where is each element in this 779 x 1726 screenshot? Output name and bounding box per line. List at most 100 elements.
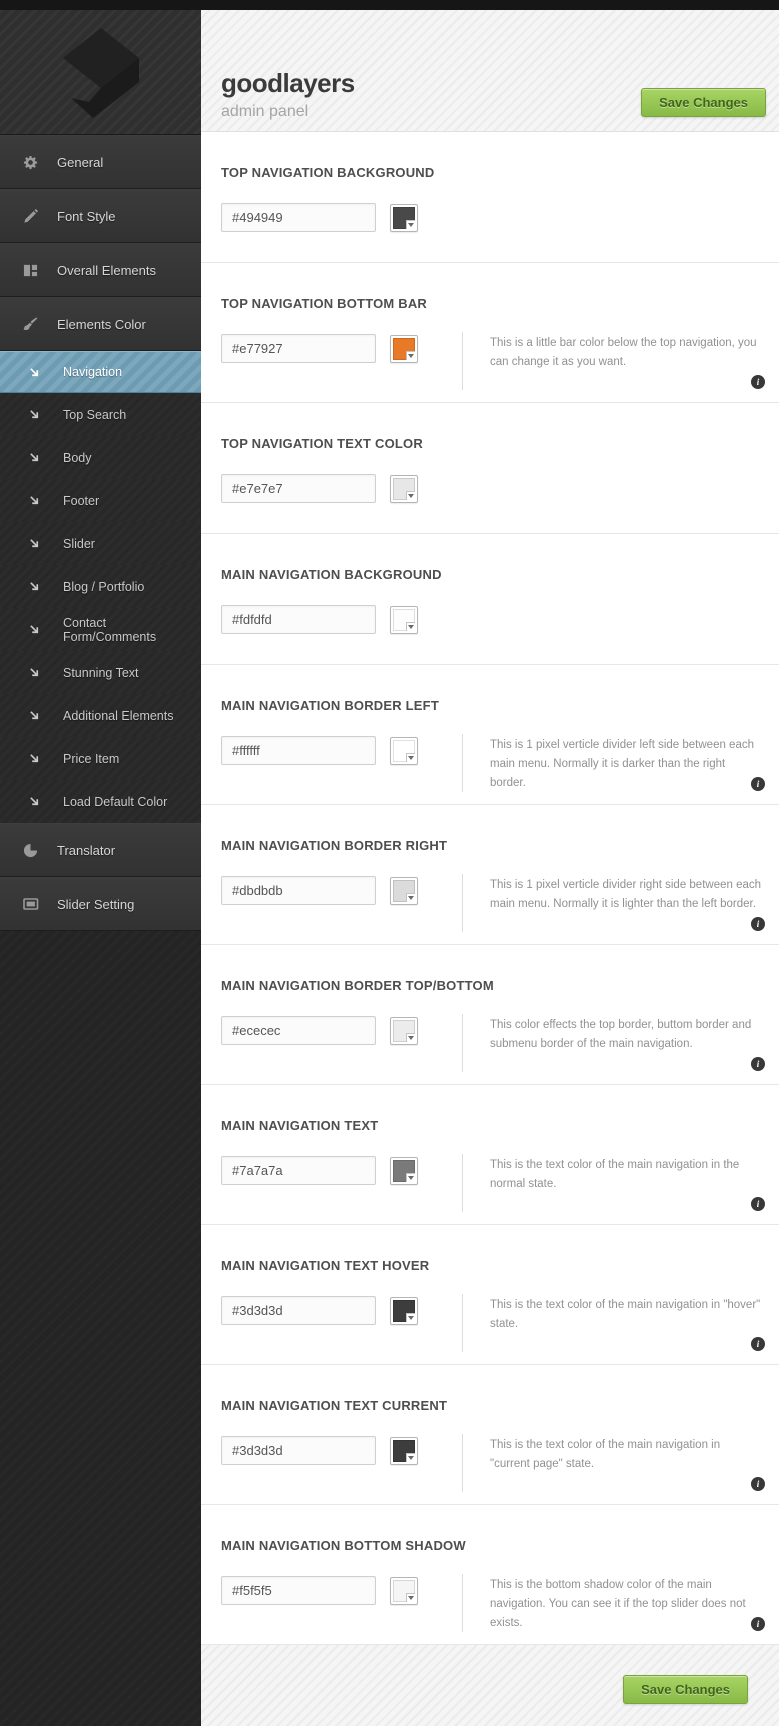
sidebar-item-slider-setting[interactable]: Slider Setting xyxy=(0,877,201,931)
arrow-se-icon xyxy=(26,409,43,420)
color-swatch-button[interactable] xyxy=(390,1157,418,1185)
sidebar-item-stunning-text[interactable]: Stunning Text xyxy=(0,651,201,694)
save-changes-button-bottom[interactable]: Save Changes xyxy=(623,1675,748,1704)
color-hex-input[interactable] xyxy=(221,1016,376,1045)
section-description: This is the text color of the main navig… xyxy=(490,1156,762,1194)
sidebar: General Font Style Overall Elements Elem… xyxy=(0,10,201,1726)
sidebar-item-overall-elements[interactable]: Overall Elements xyxy=(0,243,201,297)
swatch-corner-icon xyxy=(406,220,415,229)
sidebar-item-label: Slider Setting xyxy=(57,897,134,912)
color-swatch-button[interactable] xyxy=(390,737,418,765)
color-hex-input[interactable] xyxy=(221,605,376,634)
save-changes-button[interactable]: Save Changes xyxy=(641,88,766,117)
sidebar-item-load-default-color[interactable]: Load Default Color xyxy=(0,780,201,823)
setting-section-main-navigation-text: MAIN NAVIGATION TEXT This is the text co… xyxy=(201,1085,779,1225)
sidebar-item-label: Font Style xyxy=(57,209,116,224)
arrow-se-icon xyxy=(26,538,43,549)
divider xyxy=(462,1434,463,1492)
color-hex-input[interactable] xyxy=(221,474,376,503)
divider xyxy=(462,332,463,390)
color-swatch-button[interactable] xyxy=(390,1437,418,1465)
color-swatch-fill xyxy=(393,1440,415,1462)
setting-section-top-navigation-bottom-bar: TOP NAVIGATION BOTTOM BAR This is a litt… xyxy=(201,263,779,403)
divider xyxy=(462,874,463,932)
info-icon[interactable]: i xyxy=(751,1337,765,1351)
setting-section-main-navigation-bottom-shadow: MAIN NAVIGATION BOTTOM SHADOW This is th… xyxy=(201,1505,779,1645)
swatch-corner-icon xyxy=(406,1033,415,1042)
color-swatch-button[interactable] xyxy=(390,1017,418,1045)
main-footer: Save Changes xyxy=(201,1645,779,1726)
info-icon[interactable]: i xyxy=(751,1477,765,1491)
color-swatch-button[interactable] xyxy=(390,475,418,503)
setting-section-top-navigation-text-color: TOP NAVIGATION TEXT COLOR xyxy=(201,403,779,534)
layout-icon xyxy=(22,263,39,278)
color-swatch-button[interactable] xyxy=(390,335,418,363)
section-heading: TOP NAVIGATION TEXT COLOR xyxy=(221,403,762,451)
sidebar-item-label: Additional Elements xyxy=(63,709,173,723)
divider xyxy=(462,1154,463,1212)
info-icon[interactable]: i xyxy=(751,1197,765,1211)
color-hex-input[interactable] xyxy=(221,334,376,363)
section-heading: MAIN NAVIGATION BORDER RIGHT xyxy=(221,805,762,853)
color-swatch-fill xyxy=(393,1160,415,1182)
sidebar-item-label: Footer xyxy=(63,494,99,508)
info-icon[interactable]: i xyxy=(751,1057,765,1071)
color-hex-input[interactable] xyxy=(221,1296,376,1325)
color-hex-input[interactable] xyxy=(221,1576,376,1605)
color-swatch-fill xyxy=(393,207,415,229)
sidebar-item-body[interactable]: Body xyxy=(0,436,201,479)
arrow-se-icon xyxy=(26,452,43,463)
divider xyxy=(462,1294,463,1352)
section-heading: MAIN NAVIGATION TEXT CURRENT xyxy=(221,1365,762,1413)
color-hex-input[interactable] xyxy=(221,203,376,232)
color-swatch-fill xyxy=(393,1300,415,1322)
gear-icon xyxy=(22,155,39,170)
color-swatch-button[interactable] xyxy=(390,1577,418,1605)
sidebar-item-general[interactable]: General xyxy=(0,135,201,189)
section-heading: MAIN NAVIGATION BOTTOM SHADOW xyxy=(221,1505,762,1553)
info-icon[interactable]: i xyxy=(751,917,765,931)
section-description: This is the bottom shadow color of the m… xyxy=(490,1576,762,1633)
swatch-corner-icon xyxy=(406,622,415,631)
sidebar-item-blog-portfolio[interactable]: Blog / Portfolio xyxy=(0,565,201,608)
color-swatch-button[interactable] xyxy=(390,877,418,905)
color-swatch-button[interactable] xyxy=(390,204,418,232)
info-icon[interactable]: i xyxy=(751,1617,765,1631)
page-layout: General Font Style Overall Elements Elem… xyxy=(0,10,779,1726)
swatch-corner-icon xyxy=(406,1313,415,1322)
sidebar-item-font-style[interactable]: Font Style xyxy=(0,189,201,243)
sidebar-item-translator[interactable]: Translator xyxy=(0,823,201,877)
color-hex-input[interactable] xyxy=(221,876,376,905)
arrow-se-icon xyxy=(26,367,43,378)
color-hex-input[interactable] xyxy=(221,1156,376,1185)
info-icon[interactable]: i xyxy=(751,375,765,389)
color-hex-input[interactable] xyxy=(221,1436,376,1465)
swatch-corner-icon xyxy=(406,351,415,360)
sidebar-item-elements-color[interactable]: Elements Color xyxy=(0,297,201,351)
info-icon[interactable]: i xyxy=(751,777,765,791)
sidebar-item-contact-form-comments[interactable]: Contact Form/Comments xyxy=(0,608,201,651)
color-swatch-button[interactable] xyxy=(390,1297,418,1325)
sidebar-item-label: Blog / Portfolio xyxy=(63,580,144,594)
sidebar-item-label: Elements Color xyxy=(57,317,146,332)
section-description: This is a little bar color below the top… xyxy=(490,334,762,372)
sidebar-item-label: Stunning Text xyxy=(63,666,139,680)
divider xyxy=(462,1014,463,1072)
color-swatch-button[interactable] xyxy=(390,606,418,634)
arrow-se-icon xyxy=(26,667,43,678)
sidebar-item-slider[interactable]: Slider xyxy=(0,522,201,565)
color-hex-input[interactable] xyxy=(221,736,376,765)
sidebar-item-top-search[interactable]: Top Search xyxy=(0,393,201,436)
arrow-se-icon xyxy=(26,581,43,592)
swatch-corner-icon xyxy=(406,1173,415,1182)
logo-area xyxy=(0,10,201,135)
divider xyxy=(462,1574,463,1632)
sidebar-item-additional-elements[interactable]: Additional Elements xyxy=(0,694,201,737)
section-heading: TOP NAVIGATION BOTTOM BAR xyxy=(221,263,762,311)
sidebar-item-footer[interactable]: Footer xyxy=(0,479,201,522)
sidebar-item-label: Price Item xyxy=(63,752,119,766)
sidebar-item-navigation[interactable]: Navigation xyxy=(0,351,201,393)
sidebar-item-price-item[interactable]: Price Item xyxy=(0,737,201,780)
arrow-se-icon xyxy=(26,753,43,764)
section-heading: MAIN NAVIGATION BORDER LEFT xyxy=(221,665,762,713)
